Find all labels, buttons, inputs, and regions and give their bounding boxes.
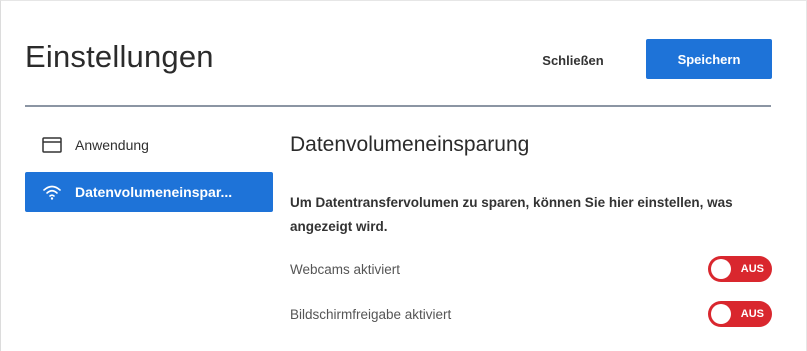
- save-button[interactable]: Speichern: [646, 39, 772, 79]
- window-icon: [41, 136, 63, 154]
- header-divider: [25, 105, 771, 107]
- toggle-knob: [711, 259, 731, 279]
- sidebar-item-label: Datenvolumeneinspar...: [75, 184, 233, 200]
- section-description: Um Datentransfervolumen zu sparen, könne…: [290, 195, 733, 234]
- setting-row-webcams: Webcams aktiviert AUS: [290, 255, 772, 283]
- toggle-knob: [711, 304, 731, 324]
- setting-row-screenshare: Bildschirmfreigabe aktiviert AUS: [290, 300, 772, 328]
- sidebar-item-anwendung[interactable]: Anwendung: [25, 125, 273, 165]
- sidebar-item-label: Anwendung: [75, 137, 149, 153]
- setting-label: Bildschirmfreigabe aktiviert: [290, 306, 452, 322]
- toggle-state-label: AUS: [740, 308, 764, 320]
- screenshare-toggle[interactable]: AUS: [708, 301, 772, 327]
- toggle-state-label: AUS: [740, 263, 764, 275]
- close-button[interactable]: Schließen: [524, 41, 622, 79]
- settings-dialog: Einstellungen Schließen Speichern Anwend…: [0, 0, 807, 351]
- section-title: Datenvolumeneinsparung: [290, 133, 530, 156]
- webcams-toggle[interactable]: AUS: [708, 256, 772, 282]
- setting-label: Webcams aktiviert: [290, 261, 401, 277]
- page-title: Einstellungen: [25, 39, 214, 74]
- wifi-icon: [41, 183, 63, 201]
- sidebar-item-datenvolumeneinsparung[interactable]: Datenvolumeneinspar...: [25, 172, 273, 212]
